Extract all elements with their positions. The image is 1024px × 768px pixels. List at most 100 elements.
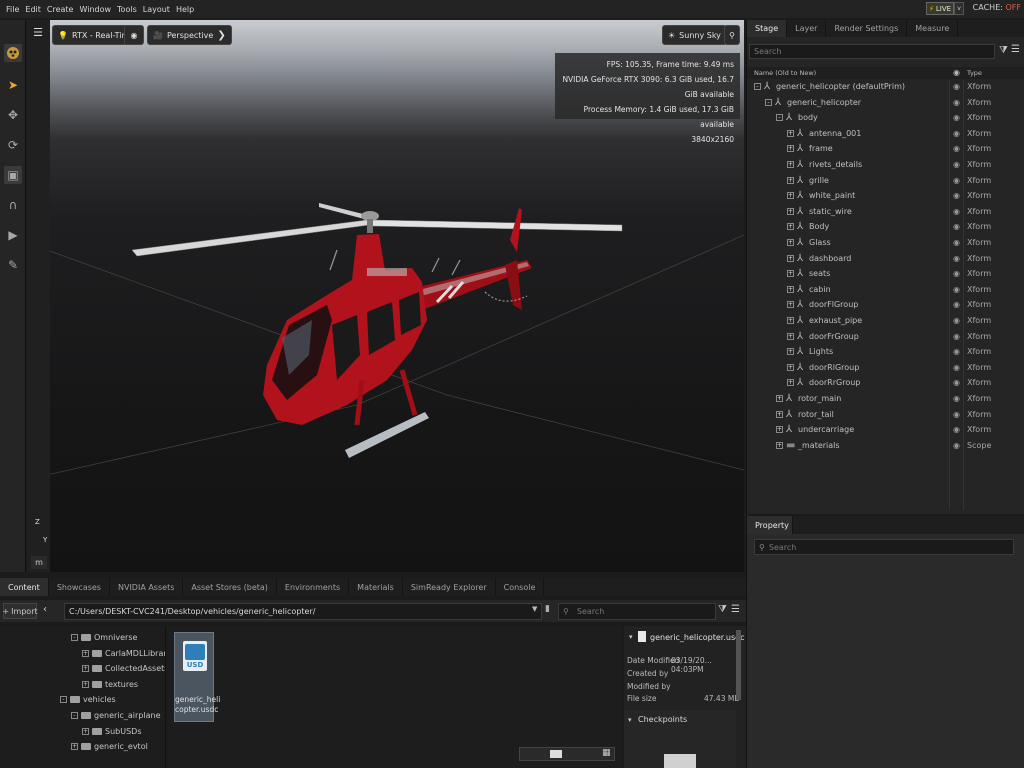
stage-tree-row[interactable]: + ⅄ dashboard ◉ Xform bbox=[747, 252, 1024, 268]
stage-tree-row[interactable]: - ⅄ generic_helicopter (defaultPrim) ◉ Xform bbox=[747, 80, 1024, 96]
eye-icon[interactable]: ◉ bbox=[953, 222, 960, 231]
scale-icon[interactable]: ▣ bbox=[4, 166, 22, 184]
collapse-icon[interactable]: - bbox=[754, 83, 761, 90]
eye-icon[interactable]: ◉ bbox=[953, 332, 960, 341]
stage-tree-row[interactable]: + ⅄ doorFrGroup ◉ Xform bbox=[747, 330, 1024, 346]
eye-icon[interactable]: ◉ bbox=[953, 285, 960, 294]
options-menu-icon[interactable]: ☰ bbox=[1011, 44, 1020, 55]
stage-tree-row[interactable]: + ⅄ seats ◉ Xform bbox=[747, 267, 1024, 283]
folder-item[interactable]: - vehicles bbox=[60, 695, 116, 709]
paint-brush-icon[interactable]: ✎ bbox=[4, 256, 22, 274]
stage-search-input[interactable]: Search bbox=[749, 44, 995, 59]
expand-icon[interactable]: + bbox=[776, 410, 783, 418]
stage-tree-row[interactable]: + ⅄ rotor_tail ◉ Xform bbox=[747, 408, 1024, 424]
omniverse-logo-icon[interactable] bbox=[4, 44, 22, 62]
eye-icon[interactable]: ◉ bbox=[953, 160, 960, 169]
tab-console[interactable]: Console bbox=[496, 578, 545, 596]
tab-nvidia-assets[interactable]: NVIDIA Assets bbox=[110, 578, 184, 596]
tab-materials[interactable]: Materials bbox=[349, 578, 403, 596]
rotate-icon[interactable]: ⟳ bbox=[4, 136, 22, 154]
file-tile[interactable]: USD generic_heli copter.usdc bbox=[174, 632, 220, 722]
menu-tools[interactable]: Tools bbox=[114, 5, 140, 14]
tab-layer[interactable]: Layer bbox=[787, 20, 827, 37]
stage-tree-row[interactable]: + ⅄ Body ◉ Xform bbox=[747, 220, 1024, 236]
eye-icon[interactable]: ◉ bbox=[953, 207, 960, 216]
stage-tree-row[interactable]: - ⅄ generic_helicopter ◉ Xform bbox=[747, 96, 1024, 112]
eye-icon[interactable]: ◉ bbox=[953, 68, 960, 77]
filter-icon[interactable]: ⧩ bbox=[999, 45, 1008, 56]
eye-icon[interactable]: ◉ bbox=[953, 238, 960, 247]
folder-item[interactable]: + CarlaMDLLibrary bbox=[82, 649, 165, 663]
stage-tree-row[interactable]: + ⅄ frame ◉ Xform bbox=[747, 142, 1024, 158]
tab-content[interactable]: Content bbox=[0, 578, 49, 596]
tab-simready-explorer[interactable]: SimReady Explorer bbox=[403, 578, 496, 596]
expand-icon[interactable]: + bbox=[787, 176, 794, 184]
stage-tree-row[interactable]: + ⅄ antenna_001 ◉ Xform bbox=[747, 127, 1024, 143]
visibility-eye-button[interactable]: ◉ bbox=[124, 25, 144, 45]
eye-icon[interactable]: ◉ bbox=[953, 269, 960, 278]
back-arrow-icon[interactable]: ‹ bbox=[43, 604, 47, 615]
eye-icon[interactable]: ◉ bbox=[953, 113, 960, 122]
stage-tree-row[interactable]: + ⅄ Glass ◉ Xform bbox=[747, 236, 1024, 252]
expand-icon[interactable]: + bbox=[776, 441, 783, 449]
checkpoints-label[interactable]: Checkpoints bbox=[638, 715, 687, 724]
details-scrollbar[interactable] bbox=[736, 630, 741, 700]
eye-icon[interactable]: ◉ bbox=[953, 363, 960, 372]
collapse-icon[interactable]: - bbox=[60, 696, 67, 704]
eye-icon[interactable]: ◉ bbox=[953, 98, 960, 107]
menu-layout[interactable]: Layout bbox=[140, 5, 173, 14]
stage-tree-row[interactable]: + ⅄ undercarriage ◉ Xform bbox=[747, 423, 1024, 439]
stage-tree-row[interactable]: + ⅄ white_paint ◉ Xform bbox=[747, 189, 1024, 205]
collapse-icon[interactable]: - bbox=[71, 634, 78, 641]
eye-icon[interactable]: ◉ bbox=[953, 316, 960, 325]
stage-tree-row[interactable]: + ⅄ Lights ◉ Xform bbox=[747, 345, 1024, 361]
expand-icon[interactable]: + bbox=[82, 665, 89, 673]
expand-icon[interactable]: + bbox=[787, 285, 794, 293]
lighting-button[interactable]: ☀ Sunny Sky bbox=[662, 25, 727, 45]
eye-icon[interactable]: ◉ bbox=[953, 191, 960, 200]
tab-measure[interactable]: Measure bbox=[907, 20, 959, 37]
collapse-icon[interactable]: - bbox=[776, 114, 783, 122]
tab-stage[interactable]: Stage bbox=[747, 20, 788, 37]
expand-icon[interactable]: + bbox=[787, 254, 794, 262]
expand-icon[interactable]: + bbox=[787, 363, 794, 371]
expand-icon[interactable]: + bbox=[787, 207, 794, 215]
collapse-icon[interactable]: - bbox=[71, 712, 78, 719]
stage-tree-row[interactable]: + ⅄ doorRlGroup ◉ Xform bbox=[747, 361, 1024, 377]
live-dropdown-caret[interactable]: v bbox=[954, 2, 964, 15]
folder-item[interactable]: - generic_airplane bbox=[71, 711, 161, 725]
viewport[interactable]: ☰ 💡 RTX - Real-Time ◉ 🎥 Perspective ❯ ☀ Sunn… bbox=[27, 20, 744, 572]
stage-tree-row[interactable]: + ⅄ doorRrGroup ◉ Xform bbox=[747, 376, 1024, 392]
cache-status[interactable]: CACHE: OFF bbox=[973, 3, 1021, 12]
menu-window[interactable]: Window bbox=[76, 5, 114, 14]
select-arrow-icon[interactable]: ➤ bbox=[4, 76, 22, 94]
expand-icon[interactable]: + bbox=[787, 301, 794, 309]
options-menu-icon[interactable]: ☰ bbox=[731, 604, 740, 615]
expand-icon[interactable]: + bbox=[82, 727, 89, 735]
tab-asset-stores-beta[interactable]: Asset Stores (beta) bbox=[183, 578, 277, 596]
menu-edit[interactable]: Edit bbox=[22, 5, 44, 14]
eye-icon[interactable]: ◉ bbox=[953, 176, 960, 185]
live-button[interactable]: ⚡ LIVE bbox=[926, 2, 954, 15]
tab-showcases[interactable]: Showcases bbox=[49, 578, 110, 596]
import-button[interactable]: + Import bbox=[2, 603, 38, 619]
stage-tree-row[interactable]: + ⅄ static_wire ◉ Xform bbox=[747, 205, 1024, 221]
stage-tree-row[interactable]: + ⅄ rotor_main ◉ Xform bbox=[747, 392, 1024, 408]
expand-icon[interactable]: + bbox=[787, 332, 794, 340]
expand-icon[interactable]: + bbox=[787, 161, 794, 168]
stage-tree-row[interactable]: + ▬ _materials ◉ Scope bbox=[747, 439, 1024, 455]
content-search-input[interactable]: ⚲ Search bbox=[558, 603, 716, 620]
tab-property[interactable]: Property bbox=[747, 516, 793, 534]
play-icon[interactable]: ▶ bbox=[4, 226, 22, 244]
property-search-input[interactable]: ⚲ Search bbox=[754, 539, 1014, 555]
eye-icon[interactable]: ◉ bbox=[953, 300, 960, 309]
expand-icon[interactable]: + bbox=[82, 649, 89, 657]
column-name[interactable]: Name (Old to New) bbox=[754, 69, 816, 77]
folder-item[interactable]: + generic_evtol bbox=[71, 742, 148, 756]
bookmark-icon[interactable]: ▮ bbox=[545, 604, 550, 614]
eye-icon[interactable]: ◉ bbox=[953, 144, 960, 153]
collapse-icon[interactable]: - bbox=[765, 98, 772, 106]
expand-icon[interactable]: + bbox=[787, 129, 794, 137]
eye-icon[interactable]: ◉ bbox=[953, 378, 960, 387]
eye-icon[interactable]: ◉ bbox=[953, 254, 960, 263]
